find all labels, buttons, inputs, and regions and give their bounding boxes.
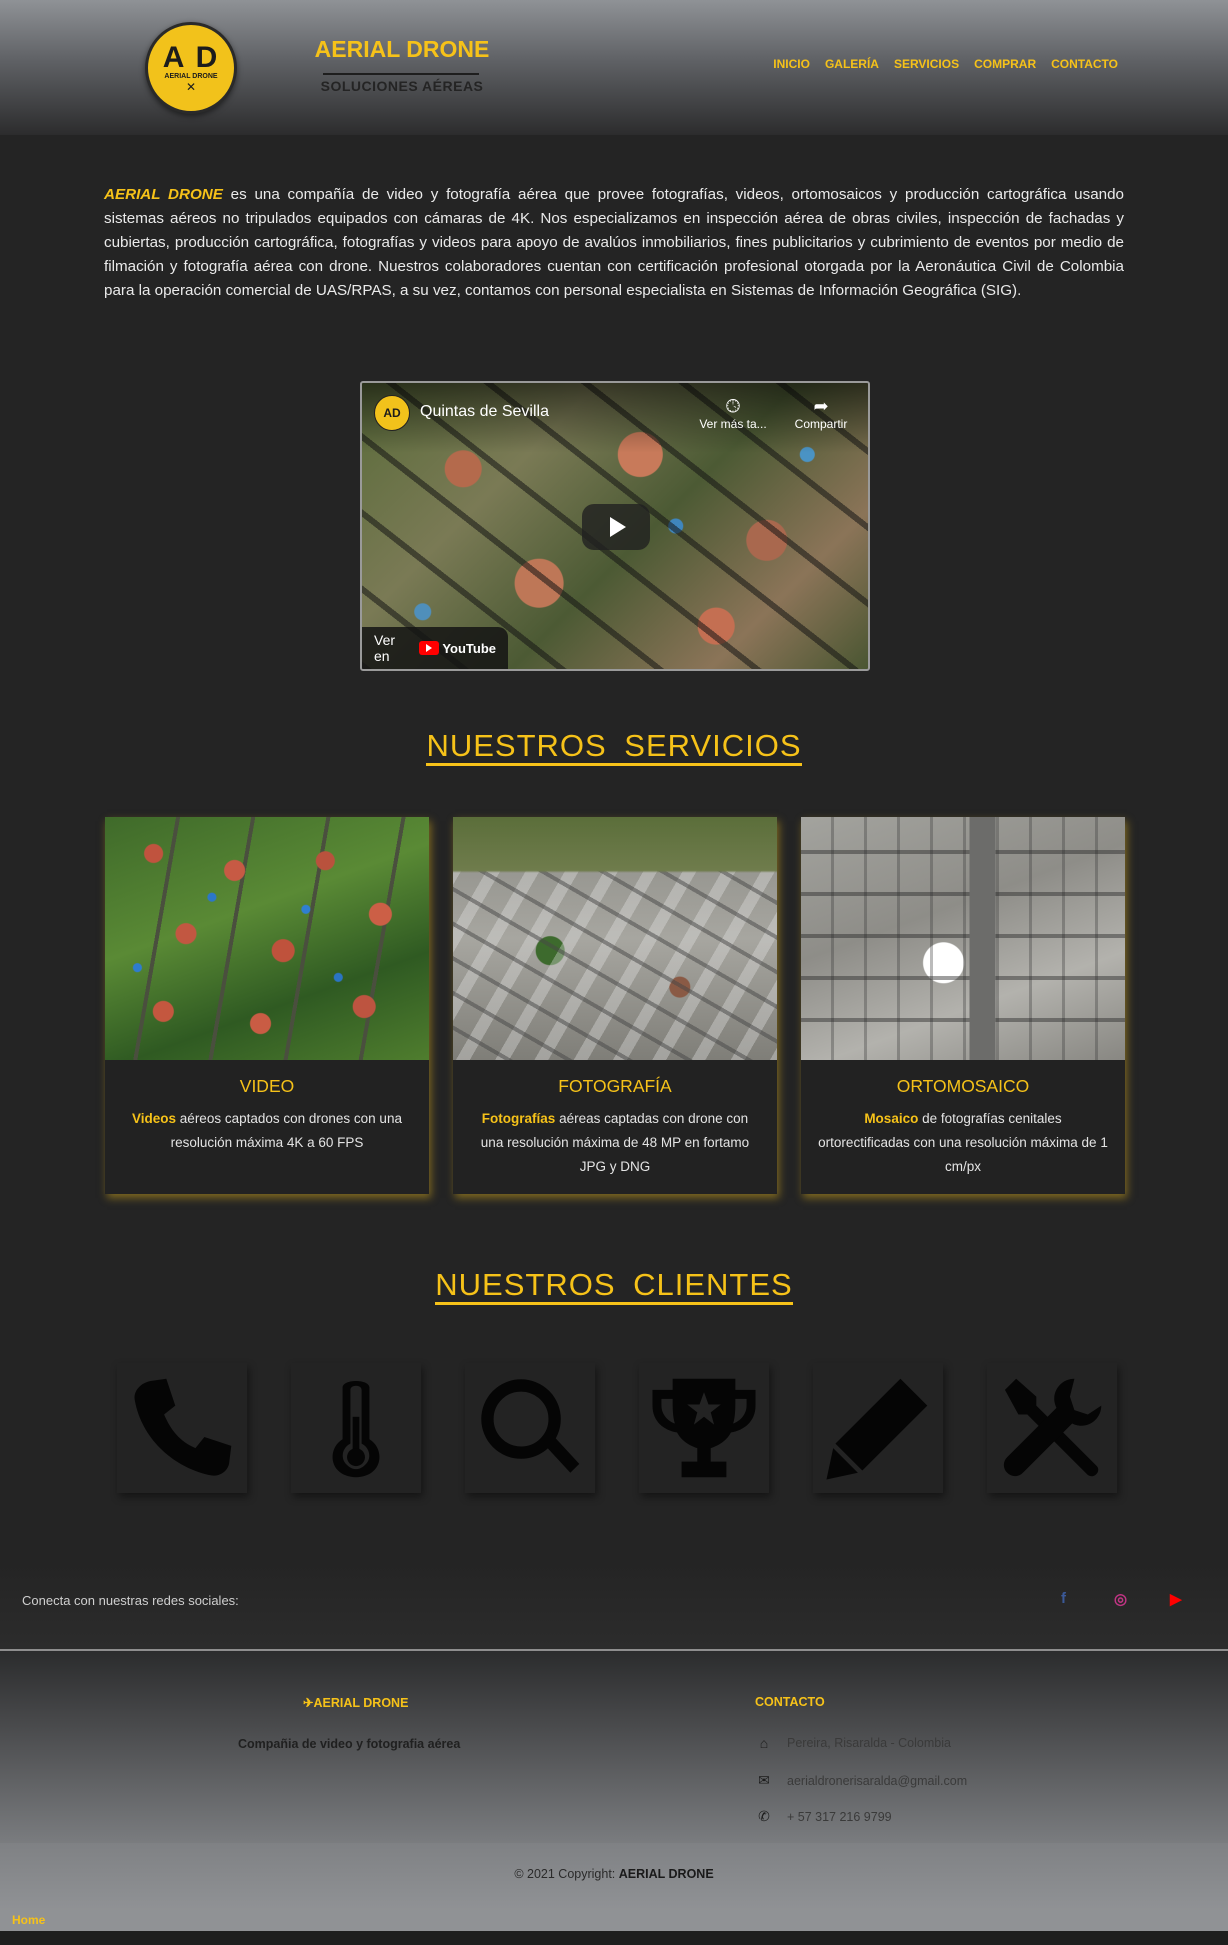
footer-email-row: ✉ aerialdronerisaralda@gmail.com <box>755 1772 967 1789</box>
trophy-icon <box>652 1378 756 1478</box>
intro-paragraph: AERIAL DRONE es una compañía de video y … <box>104 183 1124 303</box>
service-image-ortomosaico <box>801 817 1125 1060</box>
share-label: Compartir <box>794 417 848 431</box>
intro-text: es una compañía de video y fotografía aé… <box>104 186 1124 299</box>
drone-icon: ✕ <box>185 80 197 94</box>
service-description: Videos aéreos captados con drones con un… <box>122 1107 412 1155</box>
service-title: VIDEO <box>239 1076 295 1096</box>
youtube-logo-text: YouTube <box>442 640 496 656</box>
service-bold: Fotografías <box>481 1111 556 1126</box>
service-card-fotografia[interactable]: FOTOGRAFÍA Fotografías aéreas captadas c… <box>453 817 777 1194</box>
video-title[interactable]: Quintas de Sevilla <box>420 403 549 421</box>
site-header: A D AERIAL DRONE ✕ AERIAL DRONE SOLUCION… <box>0 0 1228 135</box>
drone-icon: ✈ <box>303 1696 314 1710</box>
phone-icon <box>134 1378 232 1476</box>
service-card-video[interactable]: VIDEO Videos aéreos captados con drones … <box>105 817 429 1194</box>
client-tools[interactable] <box>987 1363 1117 1493</box>
play-button[interactable] <box>582 504 650 550</box>
clients-title: NUESTROS CLIENTES <box>0 1267 1228 1305</box>
footer-address-row: ⌂ Pereira, Risaralda - Colombia <box>755 1735 951 1751</box>
youtube-play-icon <box>419 641 440 655</box>
search-icon <box>481 1379 580 1473</box>
logo-letters: A D <box>162 41 220 74</box>
youtube-logo: YouTube <box>419 641 496 656</box>
copyright: © 2021 Copyright: AERIAL DRONE <box>0 1867 1228 1881</box>
nav-comprar[interactable]: COMPRAR <box>974 57 1036 71</box>
bottom-strip <box>0 1931 1228 1945</box>
home-icon: ⌂ <box>759 1735 769 1751</box>
youtube-icon[interactable]: ▶ <box>1170 1590 1182 1608</box>
pencil-icon <box>826 1378 928 1480</box>
nav-inicio[interactable]: INICIO <box>773 57 810 71</box>
service-description: Mosaico de fotografías cenitales ortorec… <box>818 1107 1108 1179</box>
service-image-fotografia <box>453 817 777 1060</box>
client-thermometer[interactable] <box>291 1363 421 1493</box>
nav-servicios[interactable]: SERVICIOS <box>894 57 959 71</box>
social-bar: Conecta con nuestras redes sociales: f ◎… <box>0 1563 1228 1649</box>
watch-later-label: Ver más ta... <box>699 417 767 431</box>
service-bold: Mosaico <box>864 1111 919 1126</box>
watch-on-youtube-button[interactable]: Ver en YouTube <box>362 627 508 669</box>
service-card-ortomosaico[interactable]: ORTOMOSAICO Mosaico de fotografías cenit… <box>801 817 1125 1194</box>
footer-contact-title: CONTACTO <box>755 1695 825 1709</box>
tools-icon <box>1003 1378 1102 1477</box>
clock-icon: 🕓︎ <box>725 396 741 416</box>
thermometer-icon <box>332 1380 380 1478</box>
footer-email[interactable]: aerialdronerisaralda@gmail.com <box>787 1774 967 1788</box>
channel-avatar[interactable]: AD <box>374 395 410 431</box>
youtube-embed[interactable]: AD Quintas de Sevilla 🕓︎ Ver más ta... ➦… <box>360 381 870 671</box>
share-button[interactable]: ➦ Compartir <box>786 395 856 431</box>
home-link[interactable]: Home <box>12 1913 45 1927</box>
services-title-text: NUESTROS SERVICIOS <box>426 728 802 766</box>
service-description: Fotografías aéreas captadas con drone co… <box>470 1107 760 1179</box>
logo[interactable]: A D AERIAL DRONE ✕ <box>145 22 237 114</box>
client-search[interactable] <box>465 1363 595 1493</box>
service-bold: Videos <box>132 1111 177 1126</box>
service-desc-text: de fotografías cenitales ortorectificada… <box>818 1111 1108 1174</box>
service-title: ORTOMOSAICO <box>896 1076 1030 1096</box>
instagram-icon[interactable]: ◎ <box>1114 1590 1127 1608</box>
watch-on-label: Ver en <box>374 632 396 664</box>
client-trophy[interactable] <box>639 1363 769 1493</box>
service-desc-text: aéreos captados con drones con una resol… <box>170 1111 402 1150</box>
copyright-brand: AERIAL DRONE <box>618 1867 714 1881</box>
envelope-icon: ✉ <box>758 1772 770 1788</box>
nav-galeria[interactable]: GALERÍA <box>825 57 879 71</box>
brand-divider <box>323 73 479 75</box>
service-title: FOTOGRAFÍA <box>558 1076 672 1096</box>
services-title: NUESTROS SERVICIOS <box>0 728 1228 766</box>
client-phone[interactable] <box>117 1363 247 1493</box>
service-image-video <box>105 817 429 1060</box>
footer-brand: ✈AERIAL DRONE <box>303 1695 408 1710</box>
footer-phone[interactable]: + 57 317 216 9799 <box>787 1810 892 1824</box>
intro-brand: AERIAL DRONE <box>104 186 223 203</box>
phone-icon: ✆ <box>758 1808 770 1824</box>
nav-contacto[interactable]: CONTACTO <box>1051 57 1118 71</box>
copyright-prefix: © 2021 Copyright: <box>514 1867 619 1881</box>
social-text: Conecta con nuestras redes sociales: <box>22 1593 239 1608</box>
footer-phone-row: ✆ + 57 317 216 9799 <box>755 1808 892 1825</box>
footer-tagline: Compañia de video y fotografia aérea <box>238 1737 461 1751</box>
main-nav: INICIO GALERÍA SERVICIOS COMPRAR CONTACT… <box>773 57 1118 71</box>
footer-brand-text: AERIAL DRONE <box>313 1696 409 1710</box>
footer-address: Pereira, Risaralda - Colombia <box>787 1736 951 1750</box>
client-pencil[interactable] <box>813 1363 943 1493</box>
site-footer: ✈AERIAL DRONE Compañia de video y fotogr… <box>0 1651 1228 1843</box>
share-icon: ➦ <box>813 396 829 416</box>
watch-later-button[interactable]: 🕓︎ Ver más ta... <box>698 395 768 431</box>
clients-title-text: NUESTROS CLIENTES <box>435 1267 793 1305</box>
facebook-icon[interactable]: f <box>1061 1590 1066 1607</box>
brand-subtitle: SOLUCIONES AÉREAS <box>320 78 484 94</box>
brand-title: AERIAL DRONE <box>314 36 490 62</box>
home-bar: Home <box>0 1911 1228 1931</box>
copyright-bar: © 2021 Copyright: AERIAL DRONE <box>0 1843 1228 1911</box>
play-icon <box>610 517 626 537</box>
